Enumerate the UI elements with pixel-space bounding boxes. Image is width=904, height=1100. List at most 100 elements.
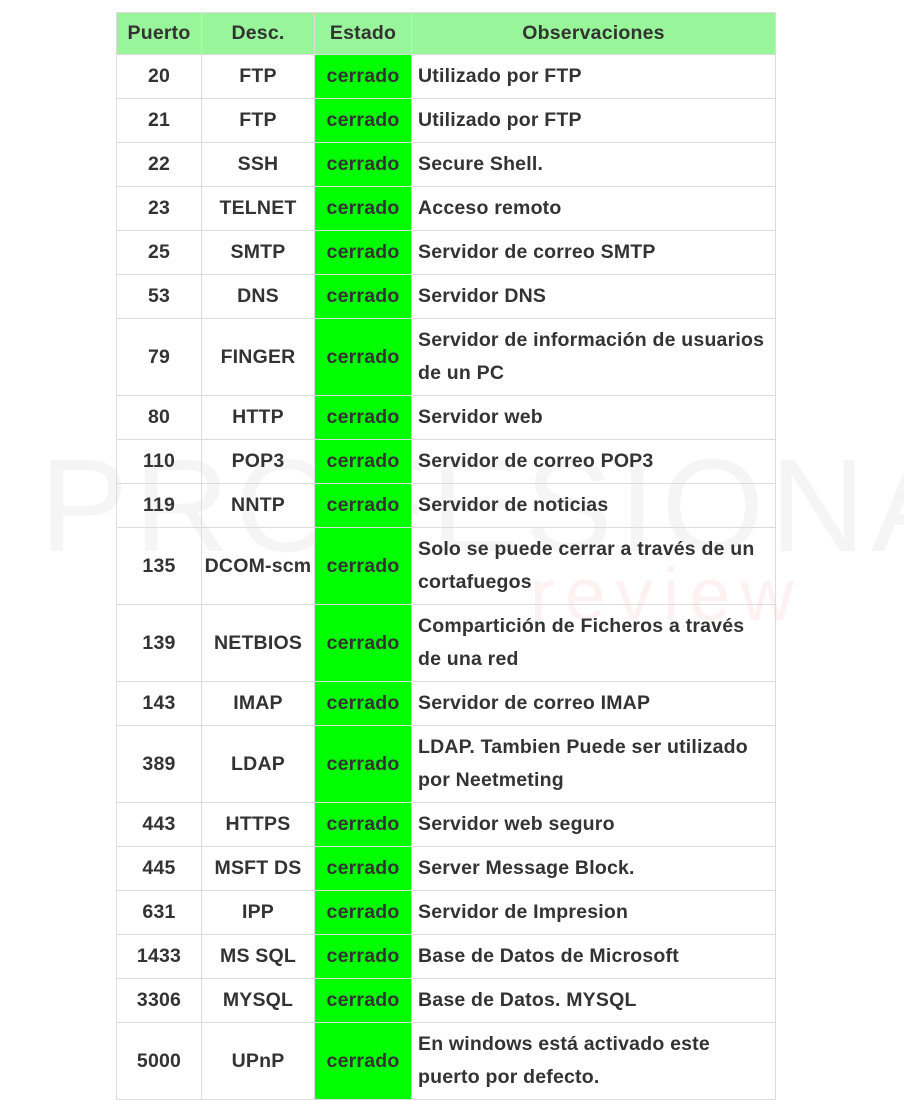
cell-observation: Servidor DNS	[411, 274, 776, 319]
table-row: 53 DNS cerrado Servidor DNS	[116, 274, 776, 319]
table-row: 139 NETBIOS cerrado Compartición de Fich…	[116, 604, 776, 682]
cell-observation: Servidor de correo IMAP	[411, 681, 776, 726]
table-row: 5000 UPnP cerrado En windows está activa…	[116, 1022, 776, 1100]
cell-state: cerrado	[314, 978, 412, 1023]
header-row: Puerto Desc. Estado Observaciones	[116, 12, 776, 55]
cell-desc: UPnP	[201, 1022, 315, 1100]
cell-port: 3306	[116, 978, 202, 1023]
cell-port: 79	[116, 318, 202, 396]
table-row: 389 LDAP cerrado LDAP. Tambien Puede ser…	[116, 725, 776, 803]
cell-observation: Acceso remoto	[411, 186, 776, 231]
cell-state: cerrado	[314, 439, 412, 484]
cell-state: cerrado	[314, 527, 412, 605]
cell-desc: IPP	[201, 890, 315, 935]
cell-port: 135	[116, 527, 202, 605]
cell-state: cerrado	[314, 725, 412, 803]
cell-desc: DNS	[201, 274, 315, 319]
cell-state: cerrado	[314, 802, 412, 847]
table-row: 1433 MS SQL cerrado Base de Datos de Mic…	[116, 934, 776, 979]
cell-state: cerrado	[314, 681, 412, 726]
cell-observation: LDAP. Tambien Puede ser utilizado por Ne…	[411, 725, 776, 803]
table-row: 25 SMTP cerrado Servidor de correo SMTP	[116, 230, 776, 275]
cell-state: cerrado	[314, 98, 412, 143]
cell-state: cerrado	[314, 395, 412, 440]
cell-state: cerrado	[314, 934, 412, 979]
cell-port: 53	[116, 274, 202, 319]
cell-state: cerrado	[314, 604, 412, 682]
table-row: 21 FTP cerrado Utilizado por FTP	[116, 98, 776, 143]
cell-state: cerrado	[314, 890, 412, 935]
cell-observation: Compartición de Ficheros a través de una…	[411, 604, 776, 682]
header-desc: Desc.	[201, 12, 315, 55]
cell-desc: POP3	[201, 439, 315, 484]
cell-port: 25	[116, 230, 202, 275]
cell-port: 22	[116, 142, 202, 187]
cell-port: 445	[116, 846, 202, 891]
table-row: 445 MSFT DS cerrado Server Message Block…	[116, 846, 776, 891]
cell-port: 143	[116, 681, 202, 726]
cell-observation: Servidor de noticias	[411, 483, 776, 528]
cell-observation: En windows está activado este puerto por…	[411, 1022, 776, 1100]
cell-port: 5000	[116, 1022, 202, 1100]
cell-port: 23	[116, 186, 202, 231]
table-header: Puerto Desc. Estado Observaciones	[116, 12, 776, 55]
cell-port: 21	[116, 98, 202, 143]
ports-table: Puerto Desc. Estado Observaciones 20 FTP…	[116, 12, 776, 1100]
table-row: 631 IPP cerrado Servidor de Impresion	[116, 890, 776, 935]
cell-observation: Servidor de información de usuarios de u…	[411, 318, 776, 396]
cell-state: cerrado	[314, 1022, 412, 1100]
cell-desc: MYSQL	[201, 978, 315, 1023]
cell-port: 139	[116, 604, 202, 682]
cell-state: cerrado	[314, 142, 412, 187]
cell-port: 110	[116, 439, 202, 484]
cell-desc: HTTP	[201, 395, 315, 440]
table-row: 135 DCOM-scm cerrado Solo se puede cerra…	[116, 527, 776, 605]
table-row: 110 POP3 cerrado Servidor de correo POP3	[116, 439, 776, 484]
cell-desc: NNTP	[201, 483, 315, 528]
cell-observation: Servidor web	[411, 395, 776, 440]
cell-desc: MSFT DS	[201, 846, 315, 891]
cell-state: cerrado	[314, 186, 412, 231]
cell-desc: TELNET	[201, 186, 315, 231]
cell-port: 1433	[116, 934, 202, 979]
cell-observation: Utilizado por FTP	[411, 98, 776, 143]
cell-state: cerrado	[314, 483, 412, 528]
header-port: Puerto	[116, 12, 202, 55]
cell-desc: HTTPS	[201, 802, 315, 847]
cell-desc: SMTP	[201, 230, 315, 275]
cell-state: cerrado	[314, 318, 412, 396]
cell-desc: FTP	[201, 54, 315, 99]
cell-observation: Servidor de correo SMTP	[411, 230, 776, 275]
table-row: 20 FTP cerrado Utilizado por FTP	[116, 54, 776, 99]
cell-observation: Servidor web seguro	[411, 802, 776, 847]
cell-observation: Base de Datos. MYSQL	[411, 978, 776, 1023]
table-row: 23 TELNET cerrado Acceso remoto	[116, 186, 776, 231]
cell-observation: Solo se puede cerrar a través de un cort…	[411, 527, 776, 605]
cell-desc: LDAP	[201, 725, 315, 803]
cell-desc: FINGER	[201, 318, 315, 396]
cell-port: 80	[116, 395, 202, 440]
table-row: 22 SSH cerrado Secure Shell.	[116, 142, 776, 187]
cell-state: cerrado	[314, 274, 412, 319]
cell-observation: Utilizado por FTP	[411, 54, 776, 99]
cell-observation: Server Message Block.	[411, 846, 776, 891]
cell-desc: DCOM-scm	[201, 527, 315, 605]
cell-port: 631	[116, 890, 202, 935]
table-row: 443 HTTPS cerrado Servidor web seguro	[116, 802, 776, 847]
cell-desc: FTP	[201, 98, 315, 143]
cell-desc: IMAP	[201, 681, 315, 726]
table-row: 79 FINGER cerrado Servidor de informació…	[116, 318, 776, 396]
table-row: 3306 MYSQL cerrado Base de Datos. MYSQL	[116, 978, 776, 1023]
cell-observation: Base de Datos de Microsoft	[411, 934, 776, 979]
table-row: 143 IMAP cerrado Servidor de correo IMAP	[116, 681, 776, 726]
table-body: 20 FTP cerrado Utilizado por FTP 21 FTP …	[116, 54, 776, 1100]
table-row: 80 HTTP cerrado Servidor web	[116, 395, 776, 440]
cell-observation: Servidor de correo POP3	[411, 439, 776, 484]
cell-port: 119	[116, 483, 202, 528]
cell-port: 389	[116, 725, 202, 803]
cell-desc: SSH	[201, 142, 315, 187]
cell-observation: Servidor de Impresion	[411, 890, 776, 935]
cell-desc: NETBIOS	[201, 604, 315, 682]
header-state: Estado	[314, 12, 412, 55]
cell-observation: Secure Shell.	[411, 142, 776, 187]
